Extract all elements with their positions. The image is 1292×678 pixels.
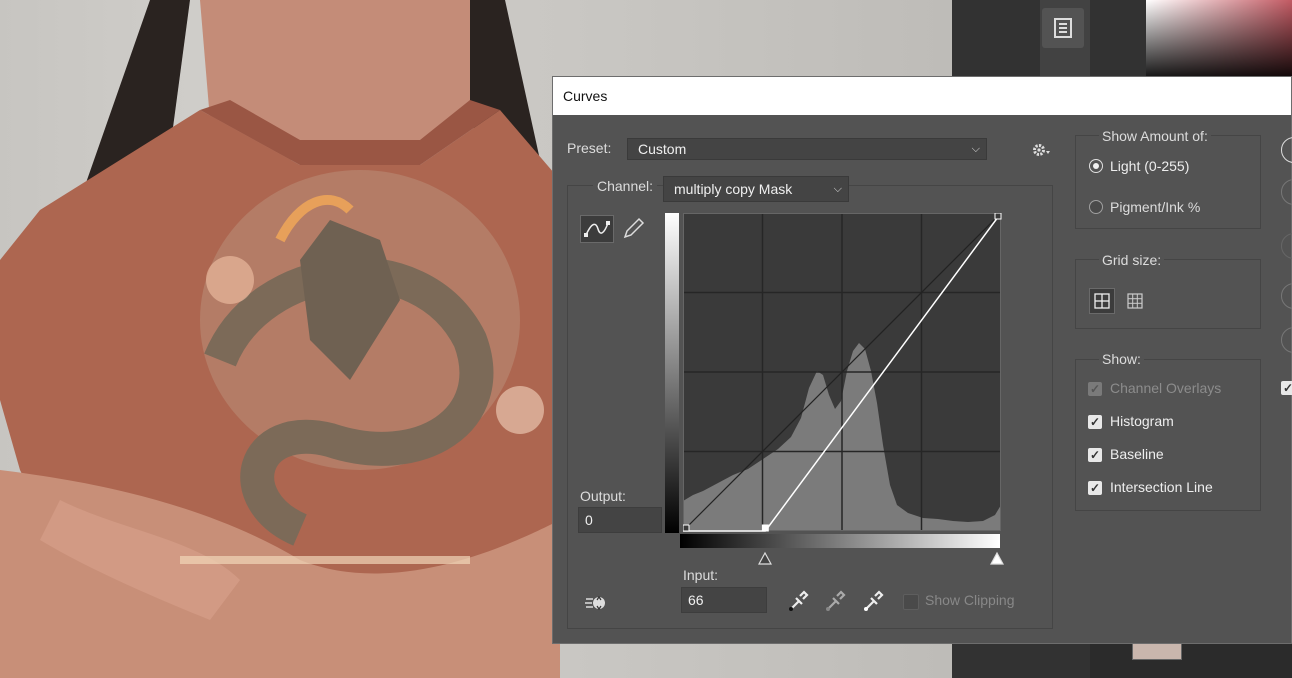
black-eyedropper-icon[interactable] (786, 589, 810, 613)
dialog-titlebar[interactable]: Curves (553, 77, 1291, 115)
auto-button[interactable] (1281, 283, 1292, 309)
curve-control-point[interactable] (683, 524, 690, 532)
curve-graph[interactable] (683, 213, 1003, 535)
targeted-adjustment-icon[interactable] (583, 591, 611, 615)
show-amount-title: Show Amount of: (1099, 128, 1211, 144)
properties-icon (1054, 18, 1072, 38)
output-field[interactable]: 0 (578, 507, 662, 533)
curve-control-point[interactable] (761, 524, 769, 532)
light-radio[interactable] (1089, 159, 1103, 173)
black-point-slider[interactable] (758, 551, 772, 565)
grid-4x4-icon (1094, 293, 1110, 309)
chevron-down-icon: ⌵ (971, 143, 980, 155)
color-picker-field[interactable] (1146, 0, 1292, 76)
channel-value: multiply copy Mask (674, 181, 793, 197)
white-point-slider[interactable] (990, 551, 1004, 565)
baseline-label: Baseline (1110, 446, 1164, 462)
preset-dropdown[interactable]: Custom ⌵ (627, 138, 987, 160)
layers-panel-strip (1090, 640, 1292, 678)
white-eyedropper-icon[interactable] (861, 589, 885, 613)
input-gradient-bar (680, 534, 1000, 548)
input-field[interactable]: 66 (681, 587, 767, 613)
channel-overlays-label: Channel Overlays (1110, 380, 1222, 396)
grid-detailed-button[interactable] (1122, 288, 1148, 314)
curve-control-point[interactable] (994, 213, 1002, 220)
options-button[interactable] (1281, 327, 1292, 353)
grid-10x10-icon (1127, 293, 1143, 309)
channel-overlays-checkbox[interactable]: ✓ (1088, 382, 1102, 396)
show-title: Show: (1099, 351, 1144, 367)
light-label: Light (0-255) (1110, 158, 1190, 174)
intersection-line-label: Intersection Line (1110, 479, 1213, 495)
histogram-checkbox[interactable]: ✓ (1088, 415, 1102, 429)
dialog-title: Curves (563, 88, 608, 104)
preview-checkbox[interactable]: ✓ (1281, 381, 1292, 395)
preset-label: Preset: (567, 140, 612, 156)
grid-size-title: Grid size: (1099, 252, 1165, 268)
curves-dialog: Curves Preset: Custom ⌵ Channel: multipl… (552, 76, 1292, 644)
properties-panel-button[interactable] (1042, 8, 1084, 48)
output-gradient-bar (665, 213, 679, 533)
channel-label: Channel: (593, 178, 658, 194)
pencil-icon (623, 217, 645, 239)
histogram-label: Histogram (1110, 413, 1174, 429)
smooth-button[interactable] (1281, 233, 1292, 259)
input-label: Input: (683, 567, 719, 583)
pigment-label: Pigment/Ink % (1110, 199, 1201, 215)
settings-button[interactable] (1031, 140, 1053, 160)
output-label: Output: (580, 488, 626, 504)
gear-icon (1033, 144, 1050, 156)
pencil-tool[interactable] (617, 215, 651, 243)
cancel-button[interactable] (1281, 179, 1292, 205)
channel-dropdown[interactable]: multiply copy Mask ⌵ (663, 176, 849, 202)
ok-button[interactable] (1281, 137, 1292, 163)
pigment-radio[interactable] (1089, 200, 1103, 214)
chevron-down-icon: ⌵ (833, 183, 842, 195)
curve-point-tool[interactable] (580, 215, 614, 243)
curve-tool-icon (584, 221, 610, 237)
gray-eyedropper-icon[interactable] (823, 589, 847, 613)
show-clipping-label: Show Clipping (925, 592, 1015, 608)
grid-simple-button[interactable] (1089, 288, 1115, 314)
preset-value: Custom (638, 141, 687, 157)
show-clipping-checkbox[interactable] (903, 594, 919, 610)
intersection-line-checkbox[interactable]: ✓ (1088, 481, 1102, 495)
baseline-checkbox[interactable]: ✓ (1088, 448, 1102, 462)
